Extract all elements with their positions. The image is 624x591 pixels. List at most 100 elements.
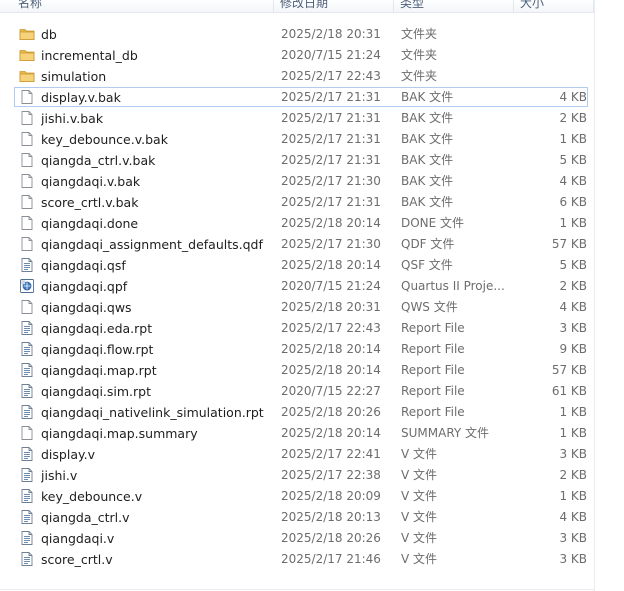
blank-file-icon <box>19 109 37 128</box>
file-date-modified: 2025/2/18 20:14 <box>281 216 381 230</box>
file-size <box>501 46 587 65</box>
file-name: db <box>41 27 57 42</box>
file-row[interactable]: score_crtl.v.bak 2025/2/17 21:31 BAK 文件 6 K… <box>14 192 588 212</box>
file-size: 3 KB <box>559 321 587 335</box>
file-row[interactable]: jishi.v.bak 2025/2/17 21:31 BAK 文件 2 KB <box>14 108 588 128</box>
file-row[interactable]: qiangdaqi.flow.rpt 2025/2/18 20:14 Report … <box>14 339 588 359</box>
file-row[interactable]: qiangdaqi.v.bak 2025/2/17 21:30 BAK 文件 4 KB <box>14 171 588 191</box>
pane-bottom-border <box>0 589 595 590</box>
file-row[interactable]: display.v 2025/2/17 22:41 V 文件 3 KB <box>14 444 588 464</box>
file-row[interactable]: qiangdaqi.map.summary 2025/2/18 20:14 SUMM… <box>14 423 588 443</box>
file-row[interactable]: jishi.v 2025/2/17 22:38 V 文件 2 KB <box>14 465 588 485</box>
file-date-modified: 2025/2/17 22:38 <box>281 468 381 482</box>
file-name: incremental_db <box>41 48 138 63</box>
file-date-modified: 2025/2/17 21:31 <box>281 90 381 104</box>
file-name: qiangdaqi_nativelink_simulation.rpt <box>41 405 264 420</box>
file-row[interactable]: qiangdaqi.done 2025/2/18 20:14 DONE 文件 1 KB <box>14 213 588 233</box>
file-date-modified: 2025/2/17 21:30 <box>281 237 381 251</box>
file-size: 57 KB <box>551 363 587 377</box>
file-row[interactable]: key_debounce.v 2025/2/18 20:09 V 文件 1 KB <box>14 486 588 506</box>
blank-file-icon <box>19 88 37 107</box>
file-date-modified: 2025/2/18 20:13 <box>281 510 381 524</box>
file-size: 2 KB <box>559 468 587 482</box>
text-file-icon <box>19 487 37 506</box>
file-name: key_debounce.v.bak <box>41 132 168 147</box>
file-name: display.v <box>41 447 95 462</box>
file-date-modified: 2025/2/18 20:14 <box>281 258 381 272</box>
text-file-icon <box>19 361 37 380</box>
column-header-date-modified[interactable]: 修改日期 <box>274 0 394 12</box>
file-name: simulation <box>41 69 107 84</box>
file-name: qiangda_ctrl.v.bak <box>41 153 156 168</box>
file-name: qiangdaqi.qws <box>41 300 132 315</box>
file-date-modified: 2025/2/18 20:26 <box>281 405 381 419</box>
file-row[interactable]: qiangdaqi.qws 2025/2/18 20:31 QWS 文件 4 KB <box>14 297 588 317</box>
file-size: 1 KB <box>559 489 587 503</box>
text-file-icon <box>19 403 37 422</box>
file-date-modified: 2025/2/17 22:43 <box>281 321 381 335</box>
file-name: qiangdaqi_assignment_defaults.qdf <box>41 237 263 252</box>
file-size: 3 KB <box>559 552 587 566</box>
column-header-size[interactable]: 大小 <box>514 0 594 12</box>
text-file-icon <box>19 382 37 401</box>
file-name: score_crtl.v.bak <box>41 195 139 210</box>
text-file-icon <box>19 319 37 338</box>
blank-file-icon <box>19 235 37 254</box>
file-size: 6 KB <box>559 195 587 209</box>
file-row[interactable]: qiangdaqi.eda.rpt 2025/2/17 22:43 Report F… <box>14 318 588 338</box>
file-date-modified: 2025/2/17 22:41 <box>281 447 381 461</box>
column-header-type[interactable]: 类型 <box>394 0 514 12</box>
file-size: 57 KB <box>551 237 587 251</box>
file-date-modified: 2025/2/17 21:31 <box>281 111 381 125</box>
folder-row[interactable]: incremental_db 2020/7/15 21:24 文件夹 <box>14 45 588 65</box>
file-row[interactable]: display.v.bak 2025/2/17 21:31 BAK 文件 4 KB <box>14 87 588 107</box>
file-row[interactable]: score_crtl.v 2025/2/17 21:46 V 文件 3 KB <box>14 549 588 569</box>
file-size <box>501 67 587 86</box>
file-name: qiangdaqi.qsf <box>41 258 126 273</box>
file-size: 2 KB <box>559 111 587 125</box>
file-size: 3 KB <box>559 447 587 461</box>
file-size: 4 KB <box>559 510 587 524</box>
folder-row[interactable]: simulation 2025/2/17 22:43 文件夹 <box>14 66 588 86</box>
text-file-icon <box>19 529 37 548</box>
file-name: jishi.v.bak <box>41 111 104 126</box>
file-date-modified: 2020/7/15 22:27 <box>281 384 381 398</box>
blank-file-icon <box>19 172 37 191</box>
file-row[interactable]: qiangdaqi_assignment_defaults.qdf 2025/2/… <box>14 234 588 254</box>
file-size: 1 KB <box>559 216 587 230</box>
folder-icon <box>19 67 37 86</box>
folder-row[interactable]: db 2025/2/18 20:31 文件夹 <box>14 24 588 44</box>
file-size: 3 KB <box>559 531 587 545</box>
file-name: qiangdaqi.sim.rpt <box>41 384 152 399</box>
file-size: 2 KB <box>559 279 587 293</box>
column-header-name[interactable]: 名称 <box>12 0 274 12</box>
file-date-modified: 2025/2/18 20:09 <box>281 489 381 503</box>
file-row[interactable]: qiangdaqi.qsf 2025/2/18 20:14 QSF 文件 5 KB <box>14 255 588 275</box>
file-size: 9 KB <box>559 342 587 356</box>
file-date-modified: 2025/2/17 21:31 <box>281 153 381 167</box>
file-date-modified: 2025/2/17 21:46 <box>281 552 381 566</box>
file-name: jishi.v <box>41 468 78 483</box>
pane-right-border <box>594 0 595 591</box>
file-row[interactable]: qiangdaqi.qpf 2020/7/15 21:24 Quartus II P… <box>14 276 588 296</box>
text-file-icon <box>19 508 37 527</box>
file-date-modified: 2025/2/18 20:31 <box>281 27 381 41</box>
text-file-icon <box>19 340 37 359</box>
file-row[interactable]: qiangda_ctrl.v 2025/2/18 20:13 V 文件 4 KB <box>14 507 588 527</box>
file-row[interactable]: qiangdaqi.v 2025/2/18 20:26 V 文件 3 KB <box>14 528 588 548</box>
file-row[interactable]: qiangdaqi_nativelink_simulation.rpt 2025/… <box>14 402 588 422</box>
folder-icon <box>19 25 37 44</box>
text-file-icon <box>19 550 37 569</box>
file-row[interactable]: key_debounce.v.bak 2025/2/17 21:31 BAK 文件 1… <box>14 129 588 149</box>
file-date-modified: 2025/2/17 21:31 <box>281 195 381 209</box>
file-name: qiangdaqi.v <box>41 531 115 546</box>
file-date-modified: 2025/2/18 20:14 <box>281 426 381 440</box>
file-size: 1 KB <box>559 426 587 440</box>
blank-file-icon <box>19 214 37 233</box>
file-date-modified: 2020/7/15 21:24 <box>281 279 381 293</box>
file-row[interactable]: qiangdaqi.sim.rpt 2020/7/15 22:27 Report F… <box>14 381 588 401</box>
file-row[interactable]: qiangdaqi.map.rpt 2025/2/18 20:14 Report F… <box>14 360 588 380</box>
file-row[interactable]: qiangda_ctrl.v.bak 2025/2/17 21:31 BAK 文件 5… <box>14 150 588 170</box>
file-date-modified: 2025/2/17 21:31 <box>281 132 381 146</box>
file-size: 1 KB <box>559 405 587 419</box>
